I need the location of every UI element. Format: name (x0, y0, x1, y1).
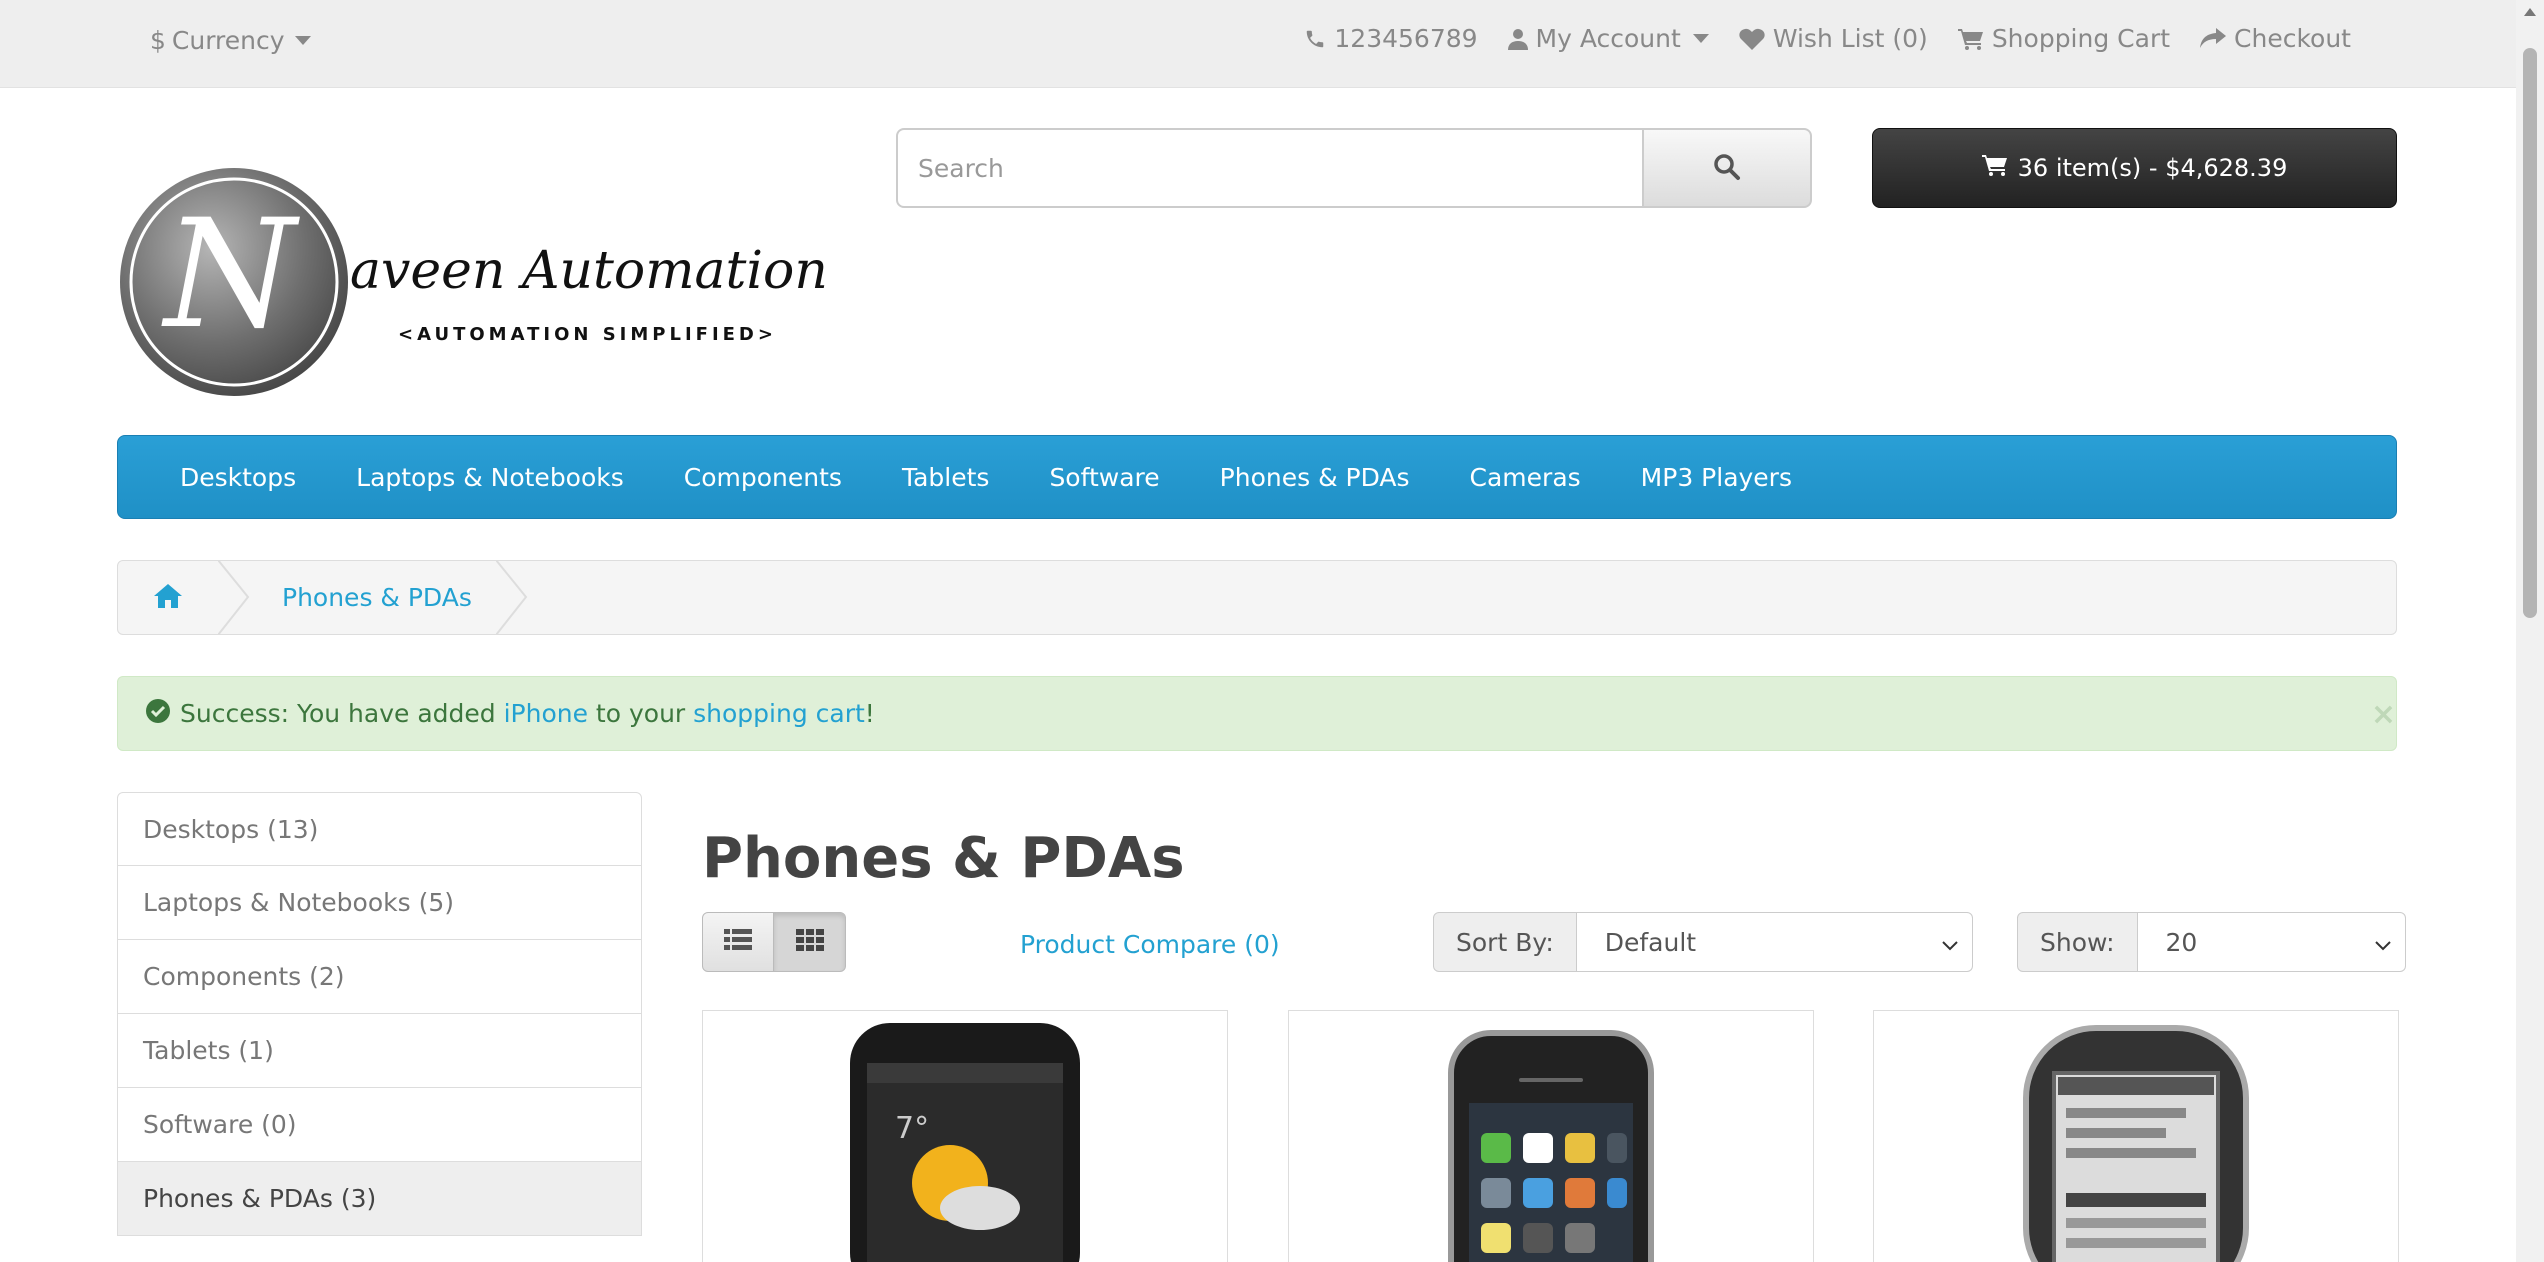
phone-link[interactable]: 123456789 (1304, 24, 1478, 53)
sidebar-item-components[interactable]: Components (2) (117, 940, 642, 1014)
sort-control: Sort By: Default (1433, 912, 1973, 972)
page-scrollbar[interactable] (2516, 0, 2544, 1262)
sidebar-item-software[interactable]: Software (0) (117, 1088, 642, 1162)
my-account-dropdown[interactable]: My Account (1507, 24, 1709, 53)
grid-view-button[interactable] (774, 912, 846, 972)
user-icon (1507, 28, 1528, 50)
breadcrumb-home[interactable] (118, 561, 218, 634)
sidebar-item-phones-pdas[interactable]: Phones & PDAs (3) (117, 1162, 642, 1236)
alert-prefix: Success: You have added (180, 699, 504, 728)
search-button[interactable] (1644, 128, 1812, 208)
wish-list-link[interactable]: Wish List (0) (1739, 24, 1928, 53)
menu-item-cameras[interactable]: Cameras (1470, 463, 1581, 492)
alert-product-link[interactable]: iPhone (504, 699, 588, 728)
currency-symbol: $ (150, 26, 166, 55)
heart-icon (1739, 28, 1765, 50)
alert-message: Success: You have added iPhone to your s… (180, 699, 875, 728)
sidebar-item-desktops[interactable]: Desktops (13) (117, 792, 642, 866)
menu-item-desktops[interactable]: Desktops (180, 463, 296, 492)
page-title: Phones & PDAs (702, 826, 1185, 891)
product-card[interactable] (1873, 1010, 2399, 1262)
show-control: Show: 20 (2017, 912, 2406, 972)
share-icon (2200, 27, 2227, 50)
alert-middle: to your (587, 699, 694, 728)
grid-icon (795, 929, 824, 955)
logo-initial: N (161, 188, 300, 362)
show-value: 20 (2165, 927, 2198, 957)
cart-button[interactable]: 36 item(s) - $4,628.39 (1872, 128, 2397, 208)
search-bar (896, 128, 1812, 208)
top-bar: $ Currency 123456789 My Account Wish Lis… (0, 0, 2516, 88)
alert-cart-link[interactable]: shopping cart (693, 699, 865, 728)
sidebar-item-laptops-notebooks[interactable]: Laptops & Notebooks (5) (117, 866, 642, 940)
breadcrumb-separator (218, 560, 250, 635)
sort-select[interactable]: Default (1576, 912, 1973, 972)
product-card[interactable] (1288, 1010, 1814, 1262)
breadcrumb: Phones & PDAs (117, 560, 2397, 635)
list-icon (724, 929, 752, 955)
cart-icon (1957, 28, 1984, 50)
product-image[interactable]: 7° (845, 1023, 1085, 1262)
checkout-label: Checkout (2234, 24, 2351, 53)
menu-item-mp3-players[interactable]: MP3 Players (1641, 463, 1792, 492)
store-logo[interactable]: N aveen Automation Labs <AUTOMATION SIMP… (118, 166, 970, 400)
category-sidebar: Desktops (13) Laptops & Notebooks (5) Co… (117, 792, 642, 1236)
logo-tagline: <AUTOMATION SIMPLIFIED> (398, 324, 777, 345)
sort-value: Default (1604, 927, 1697, 957)
chevron-down-icon (1692, 34, 1709, 43)
breadcrumb-current[interactable]: Phones & PDAs (258, 583, 496, 612)
menu-item-software[interactable]: Software (1049, 463, 1159, 492)
sidebar-item-tablets[interactable]: Tablets (1) (117, 1014, 642, 1088)
phone-number: 123456789 (1334, 24, 1478, 53)
success-alert: Success: You have added iPhone to your s… (117, 676, 2397, 751)
list-view-button[interactable] (702, 912, 774, 972)
checkout-link[interactable]: Checkout (2200, 24, 2351, 53)
currency-label: Currency (171, 26, 285, 55)
show-select[interactable]: 20 (2137, 912, 2406, 972)
my-account-label: My Account (1535, 24, 1681, 53)
menu-item-tablets[interactable]: Tablets (902, 463, 989, 492)
currency-dropdown[interactable]: $ Currency (150, 26, 311, 55)
chevron-down-icon (294, 36, 311, 45)
product-compare-link[interactable]: Product Compare (0) (1020, 930, 1280, 959)
show-label: Show: (2017, 912, 2138, 972)
chevron-down-icon (1942, 928, 1958, 957)
check-circle-icon (146, 698, 170, 729)
product-card[interactable]: 7° (702, 1010, 1228, 1262)
menu-item-components[interactable]: Components (684, 463, 842, 492)
cart-icon (1981, 154, 2008, 182)
close-icon[interactable]: × (2371, 697, 2396, 732)
search-input[interactable] (896, 128, 1645, 208)
home-icon (154, 583, 182, 612)
scrollbar-thumb[interactable] (2523, 48, 2537, 618)
scroll-up-icon[interactable] (2524, 8, 2536, 16)
view-toggle (702, 912, 846, 972)
shopping-cart-label: Shopping Cart (1991, 24, 2171, 53)
shopping-cart-link[interactable]: Shopping Cart (1957, 24, 2171, 53)
alert-suffix: ! (864, 699, 875, 728)
menu-item-phones-pdas[interactable]: Phones & PDAs (1220, 463, 1410, 492)
product-image[interactable] (1411, 1023, 1691, 1262)
wish-list-label: Wish List (0) (1772, 24, 1928, 53)
search-icon (1713, 153, 1741, 184)
breadcrumb-separator (495, 560, 528, 635)
phone-icon (1304, 28, 1326, 50)
svg-text:7°: 7° (895, 1111, 929, 1146)
product-image[interactable] (2006, 1023, 2266, 1262)
sort-label: Sort By: (1433, 912, 1577, 972)
chevron-down-icon (2374, 928, 2391, 957)
logo-name: aveen Automation Labs (350, 241, 838, 301)
menu-item-laptops-notebooks[interactable]: Laptops & Notebooks (356, 463, 624, 492)
cart-summary: 36 item(s) - $4,628.39 (2017, 154, 2288, 182)
main-menu: Desktops Laptops & Notebooks Components … (117, 435, 2397, 519)
